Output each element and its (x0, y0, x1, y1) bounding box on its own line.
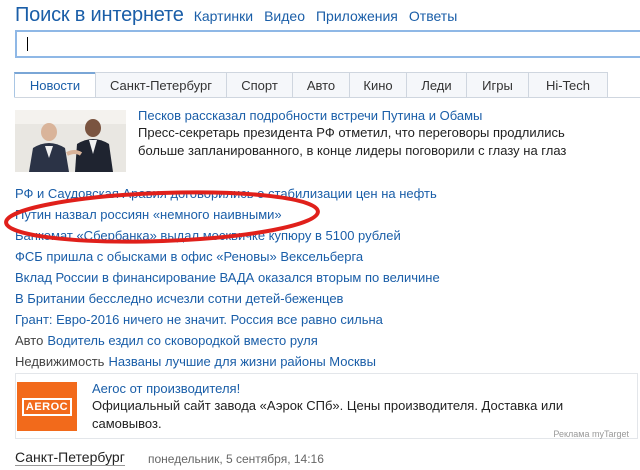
nav-link-answers[interactable]: Ответы (409, 8, 457, 24)
news-link[interactable]: Грант: Евро-2016 ничего не значит. Росси… (15, 312, 383, 327)
tab-sport[interactable]: Спорт (226, 72, 293, 98)
list-item: В Британии бесследно исчезли сотни детей… (15, 288, 440, 309)
date-time: понедельник, 5 сентября, 14:16 (148, 452, 324, 466)
nav-link-apps[interactable]: Приложения (316, 8, 398, 24)
list-item: ФСБ пришла с обысками в офис «Реновы» Ве… (15, 246, 440, 267)
nav-link-video[interactable]: Видео (264, 8, 305, 24)
news-link[interactable]: Вклад России в финансирование ВАДА оказа… (15, 270, 440, 285)
tab-hitech[interactable]: Hi-Tech (528, 72, 608, 98)
tab-spb[interactable]: Санкт-Петербург (95, 72, 227, 98)
tab-news[interactable]: Новости (14, 72, 96, 98)
red-oval-annotation (4, 190, 320, 244)
tab-auto[interactable]: Авто (292, 72, 350, 98)
nav-link-images[interactable]: Картинки (194, 8, 253, 24)
news-category: Недвижимость (15, 354, 105, 369)
news-link[interactable]: Водитель ездил со сковородкой вместо рул… (47, 333, 317, 348)
news-link[interactable]: В Британии бесследно исчезли сотни детей… (15, 291, 343, 306)
list-item: Вклад России в финансирование ВАДА оказа… (15, 267, 440, 288)
tabs-divider (15, 97, 640, 98)
tab-kino[interactable]: Кино (349, 72, 407, 98)
lead-news-title[interactable]: Песков рассказал подробности встречи Пут… (138, 108, 482, 123)
ad-block[interactable]: AEROC Aeroc от производителя! Официальны… (15, 373, 638, 439)
ad-text: Официальный сайт завода «Аэрок СПб». Цен… (92, 398, 564, 431)
news-category: Авто (15, 333, 44, 348)
list-item: Недвижимость Названы лучшие для жизни рай… (15, 351, 440, 372)
search-box (15, 30, 640, 58)
news-link[interactable]: Названы лучшие для жизни районы Москвы (108, 354, 375, 369)
tab-lady[interactable]: Леди (406, 72, 467, 98)
aeroc-logo-text: AEROC (21, 397, 73, 416)
header: Поиск в интернете Картинки Видео Приложе… (15, 4, 468, 32)
text-cursor (27, 37, 28, 51)
list-item: Грант: Евро-2016 ничего не значит. Росси… (15, 309, 440, 330)
tab-games[interactable]: Игры (466, 72, 529, 98)
news-tabs: Новости Санкт-Петербург Спорт Авто Кино … (14, 72, 608, 98)
city-link[interactable]: Санкт-Петербург (15, 449, 125, 466)
page-title[interactable]: Поиск в интернете (15, 4, 184, 27)
news-link[interactable]: ФСБ пришла с обысками в офис «Реновы» Ве… (15, 249, 363, 264)
lead-news-text: Пресс-секретарь президента РФ отметил, ч… (138, 125, 567, 158)
ad-credit[interactable]: Реклама myTarget (553, 429, 629, 439)
list-item: Авто Водитель ездил со сковородкой вместо… (15, 330, 440, 351)
ad-title[interactable]: Aeroc от производителя! (92, 381, 240, 396)
search-input[interactable] (17, 32, 640, 56)
lead-news-photo[interactable] (15, 110, 126, 172)
aeroc-logo[interactable]: AEROC (17, 382, 77, 431)
